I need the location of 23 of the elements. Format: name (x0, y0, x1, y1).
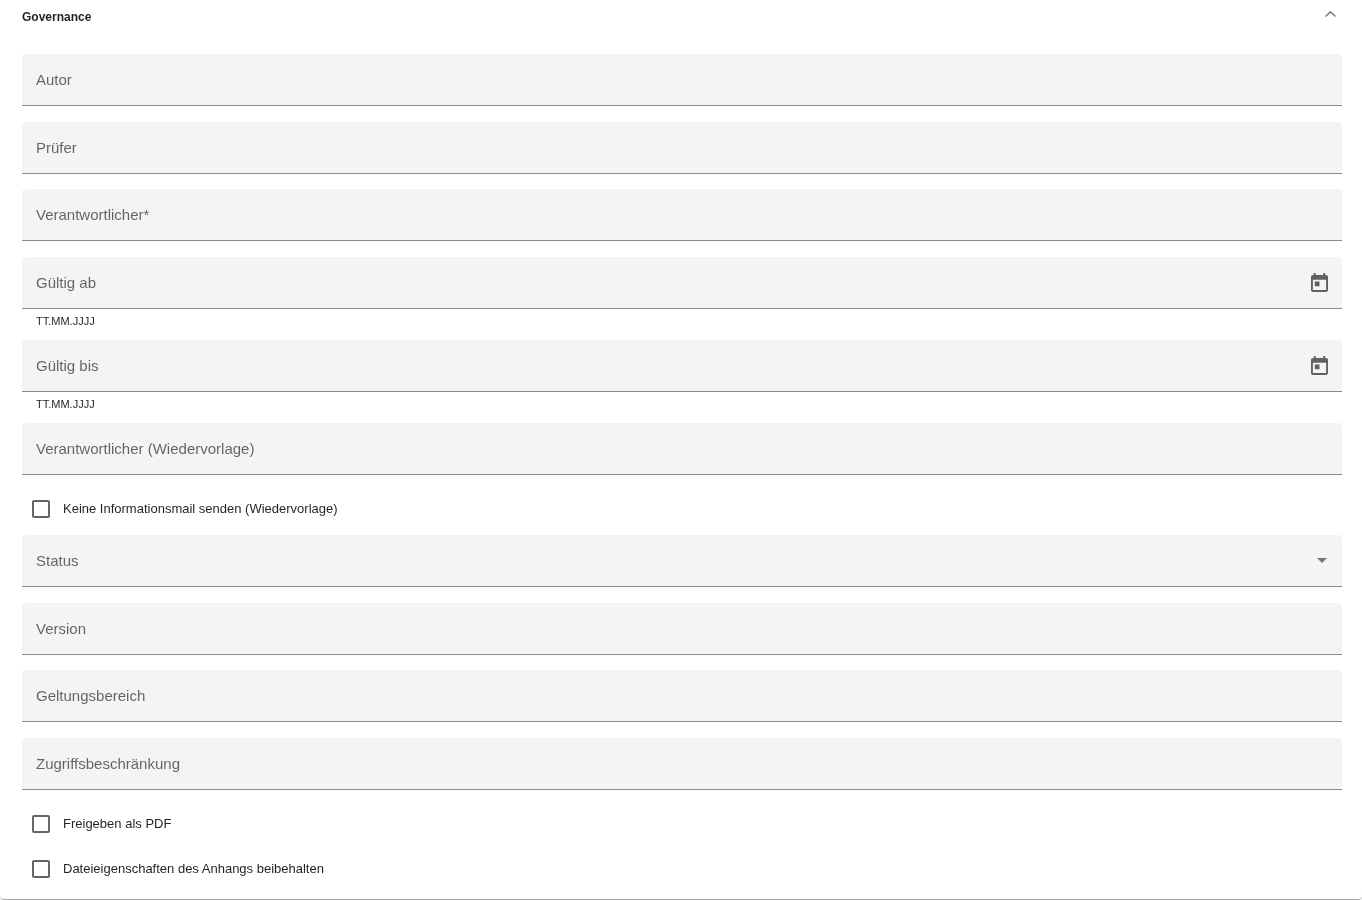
input-field[interactable]: Verantwortlicher (Wiedervorlage) (22, 422, 1342, 475)
date-format-hint: TT.MM.JJJJ (36, 397, 95, 411)
checkbox-label: Freigeben als PDF (63, 816, 172, 831)
panel-title: Governance (22, 10, 92, 24)
checkbox[interactable] (32, 814, 50, 833)
input-field[interactable]: Zugriffsbeschränkung (22, 737, 1342, 790)
input-field[interactable]: Version (22, 602, 1342, 655)
checkbox-label: Dateieigenschaften des Anhangs beibehalten (63, 861, 324, 876)
input-field[interactable]: Autor (22, 54, 1342, 106)
select-field[interactable]: Status (22, 535, 1342, 587)
chevron-icon[interactable] (1325, 11, 1336, 17)
input-field[interactable]: Geltungsbereich (22, 670, 1342, 722)
date-format-hint: TT.MM.JJJJ (36, 314, 95, 328)
checkbox[interactable] (32, 859, 50, 878)
input-field[interactable]: Prüfer (22, 121, 1342, 174)
date-field[interactable]: Gültig ab (22, 256, 1342, 309)
input-field[interactable]: Verantwortlicher* (22, 189, 1342, 241)
date-field[interactable]: Gültig bis (22, 339, 1342, 392)
calendar-icon[interactable] (1311, 355, 1328, 375)
checkbox[interactable] (32, 499, 50, 518)
calendar-icon[interactable] (1311, 272, 1328, 292)
checkbox-label: Keine Informationsmail senden (Wiedervorlage) (63, 501, 338, 516)
caret-icon (1317, 558, 1327, 563)
